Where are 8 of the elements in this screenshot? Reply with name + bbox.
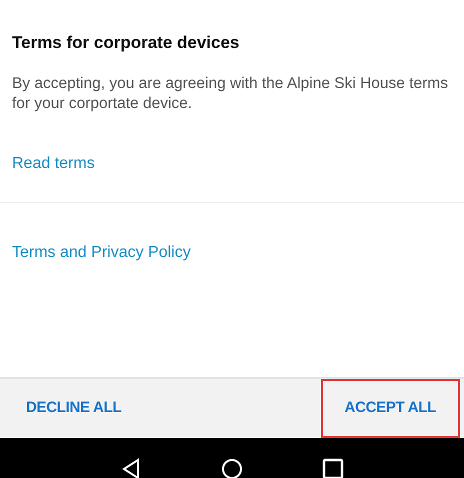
terms-description: By accepting, you are agreeing with the Alpine Ski House terms for your corportate device. [12, 74, 449, 114]
home-icon[interactable] [220, 457, 244, 478]
dialog-title: Terms for corporate devices [12, 32, 240, 54]
decline-button[interactable]: DECLINE ALL [14, 379, 144, 438]
accept-button[interactable]: ACCEPT ALL [320, 379, 460, 438]
read-terms-link[interactable]: Read terms [12, 152, 95, 176]
recents-icon[interactable] [321, 457, 346, 478]
privacy-policy-link[interactable]: Terms and Privacy Policy [12, 240, 191, 265]
